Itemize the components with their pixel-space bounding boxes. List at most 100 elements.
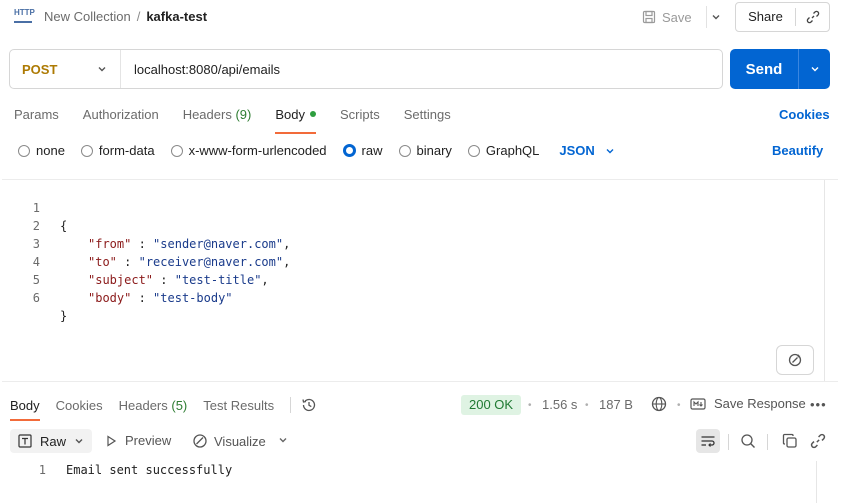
ai-assist-button[interactable] xyxy=(776,345,814,375)
history-icon xyxy=(302,398,316,412)
copy-icon xyxy=(782,433,797,448)
json-key: "body" xyxy=(88,291,132,305)
tab-params[interactable]: Params xyxy=(14,107,59,134)
history-button[interactable] xyxy=(301,397,317,413)
link-icon xyxy=(806,10,819,24)
tab-body[interactable]: Body xyxy=(275,107,316,134)
radio[interactable] xyxy=(467,144,480,157)
radio-selected[interactable] xyxy=(342,144,356,157)
tab-label: Body xyxy=(275,107,305,122)
url-input[interactable]: localhost:8080/api/emails xyxy=(121,62,280,77)
body-option-binary[interactable]: binary xyxy=(398,143,452,158)
json-value: "test-title" xyxy=(174,273,262,287)
response-time[interactable]: 1.56 s xyxy=(542,397,577,412)
chevron-down-icon xyxy=(606,148,614,153)
radio[interactable] xyxy=(398,144,411,157)
wrap-lines-button[interactable] xyxy=(696,429,720,453)
send-label: Send xyxy=(745,60,783,78)
editor-line: 4 "subject" : "test-title", xyxy=(2,235,269,287)
send-options-chevron[interactable] xyxy=(798,49,830,89)
response-size[interactable]: 187 B xyxy=(599,397,633,412)
response-tab-body[interactable]: Body xyxy=(10,398,40,421)
chevron-down-icon xyxy=(98,67,106,72)
body-option-form-data[interactable]: form-data xyxy=(80,143,155,158)
code-text: { xyxy=(60,219,68,233)
divider xyxy=(290,397,292,413)
beautify-button[interactable]: Beautify xyxy=(772,143,823,158)
globe-icon xyxy=(651,396,667,412)
json-key: "to" xyxy=(88,255,117,269)
format-select[interactable]: JSON xyxy=(559,143,614,158)
network-info-button[interactable] xyxy=(651,396,667,415)
http-request-icon: HTTP xyxy=(14,8,35,25)
editor-line: 2 "from" : "sender@naver.com", xyxy=(2,199,291,251)
status-badge[interactable]: 200 OK xyxy=(461,395,522,415)
json-sep: : xyxy=(116,255,139,269)
preview-button[interactable]: Preview xyxy=(105,433,171,448)
copy-link-response-button[interactable] xyxy=(810,433,826,449)
visualize-label: Visualize xyxy=(214,433,266,449)
body-option-none[interactable]: none xyxy=(18,143,65,158)
tab-authorization[interactable]: Authorization xyxy=(83,107,159,134)
method-label: POST xyxy=(22,61,58,77)
breadcrumb-collection[interactable]: New Collection xyxy=(44,9,131,24)
radio[interactable] xyxy=(18,144,30,157)
response-scrollbar[interactable] xyxy=(816,461,830,503)
response-tab-test-results[interactable]: Test Results xyxy=(203,398,274,421)
send-button[interactable]: Send xyxy=(730,49,830,89)
tab-label: Params xyxy=(14,107,59,122)
cookies-link[interactable]: Cookies xyxy=(779,107,830,122)
method-select[interactable]: POST xyxy=(10,50,121,88)
breadcrumb-request-name[interactable]: kafka-test xyxy=(146,9,207,24)
breadcrumb-separator: / xyxy=(136,9,141,24)
response-view-select[interactable]: Raw xyxy=(10,429,93,453)
preview-label: Preview xyxy=(125,433,172,448)
save-options-chevron[interactable] xyxy=(706,6,724,28)
visualize-options-chevron[interactable] xyxy=(278,433,288,448)
response-tab-cookies[interactable]: Cookies xyxy=(56,398,103,421)
request-body-editor[interactable]: 1 { 2 "from" : "sender@naver.com", 3 "to… xyxy=(2,179,838,382)
radio[interactable] xyxy=(170,144,183,157)
save-response-button[interactable]: Save Response xyxy=(690,396,806,411)
request-tabs: Params Authorization Headers (9) Body Sc… xyxy=(14,107,475,134)
body-option-raw[interactable]: raw xyxy=(342,143,383,158)
divider xyxy=(767,434,768,450)
link-icon xyxy=(810,433,826,449)
radio[interactable] xyxy=(80,144,93,157)
more-options-icon[interactable]: ••• xyxy=(810,397,827,412)
body-type-options: none form-data x-www-form-urlencoded raw… xyxy=(18,143,615,158)
option-label: x-www-form-urlencoded xyxy=(188,143,327,158)
tab-headers[interactable]: Headers (9) xyxy=(183,107,252,134)
tab-settings[interactable]: Settings xyxy=(404,107,451,134)
save-icon xyxy=(642,10,656,24)
response-tab-headers[interactable]: Headers (5) xyxy=(119,398,188,421)
body-option-graphql[interactable]: GraphQL xyxy=(467,143,539,158)
tab-label: Settings xyxy=(403,107,451,122)
separator-dot: • xyxy=(528,400,532,411)
breadcrumb: New Collection / kafka-test xyxy=(44,9,207,24)
visualize-button[interactable]: Visualize xyxy=(192,433,266,449)
view-mode-label: Raw xyxy=(40,433,67,449)
json-end: , xyxy=(283,237,291,251)
share-button[interactable]: Share xyxy=(736,8,796,26)
option-label: none xyxy=(36,143,65,158)
line-number: 6 xyxy=(32,291,40,305)
tab-count: (9) xyxy=(235,107,252,122)
copy-link-button[interactable] xyxy=(796,10,829,24)
format-label: JSON xyxy=(559,143,595,158)
http-icon-text: HTTP xyxy=(14,8,35,17)
save-response-icon xyxy=(690,397,706,410)
copy-button[interactable] xyxy=(782,433,798,449)
body-option-urlencoded[interactable]: x-www-form-urlencoded xyxy=(170,143,327,158)
search-button[interactable] xyxy=(740,433,756,449)
save-button[interactable]: Save xyxy=(642,6,692,28)
separator-dot: • xyxy=(677,400,681,411)
json-sep: : xyxy=(131,291,154,305)
editor-scrollbar[interactable] xyxy=(824,180,838,381)
chevron-down-icon xyxy=(75,439,83,444)
editor-line: 5 "body" : "test-body" xyxy=(2,253,233,305)
json-end: , xyxy=(261,273,269,287)
response-tabs: Body Cookies Headers (5) Test Results xyxy=(10,397,317,421)
tab-scripts[interactable]: Scripts xyxy=(340,107,380,134)
json-sep: : xyxy=(153,273,175,287)
